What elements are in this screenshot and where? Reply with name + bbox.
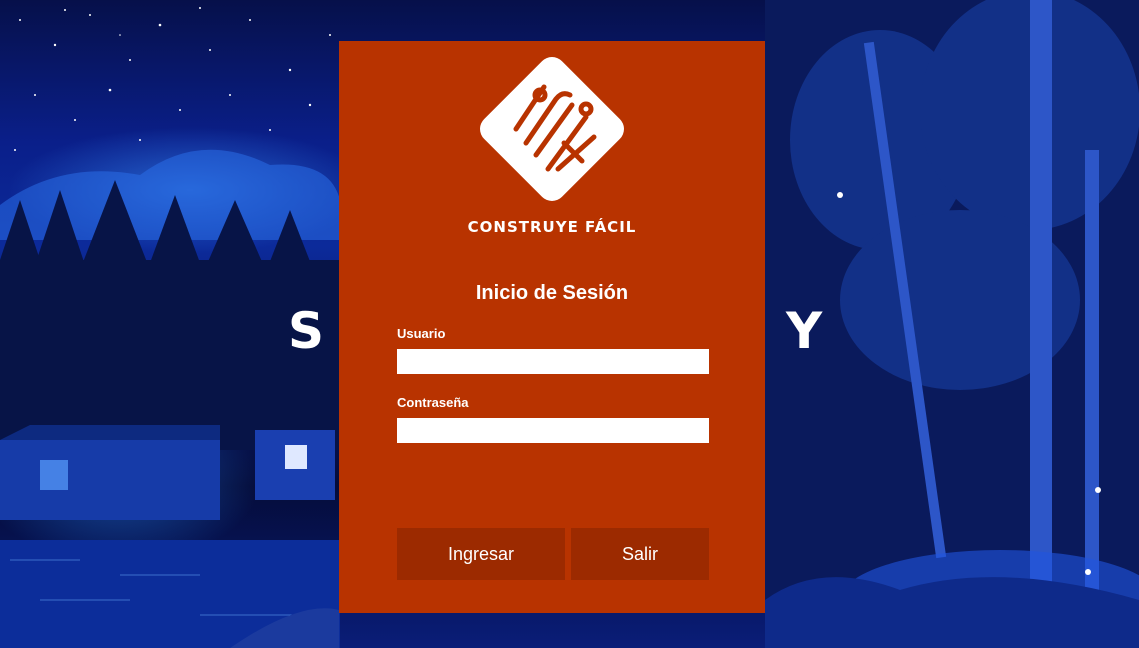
tools-logo-icon bbox=[480, 57, 624, 201]
password-label: Contraseña bbox=[397, 395, 469, 410]
username-input[interactable] bbox=[397, 349, 709, 374]
login-title: Inicio de Sesión bbox=[475, 282, 629, 304]
background-letter-right: Y bbox=[786, 302, 823, 360]
background-letter-left: S bbox=[288, 302, 325, 360]
login-window: S Y CONSTRUYE FÁCIL Inicio de Sesión Usu… bbox=[0, 0, 1139, 648]
password-input[interactable] bbox=[397, 418, 709, 443]
login-button[interactable]: Ingresar bbox=[397, 528, 565, 580]
username-label: Usuario bbox=[397, 326, 446, 341]
exit-button[interactable]: Salir bbox=[571, 528, 709, 580]
brand-name: CONSTRUYE FÁCIL bbox=[467, 218, 637, 236]
